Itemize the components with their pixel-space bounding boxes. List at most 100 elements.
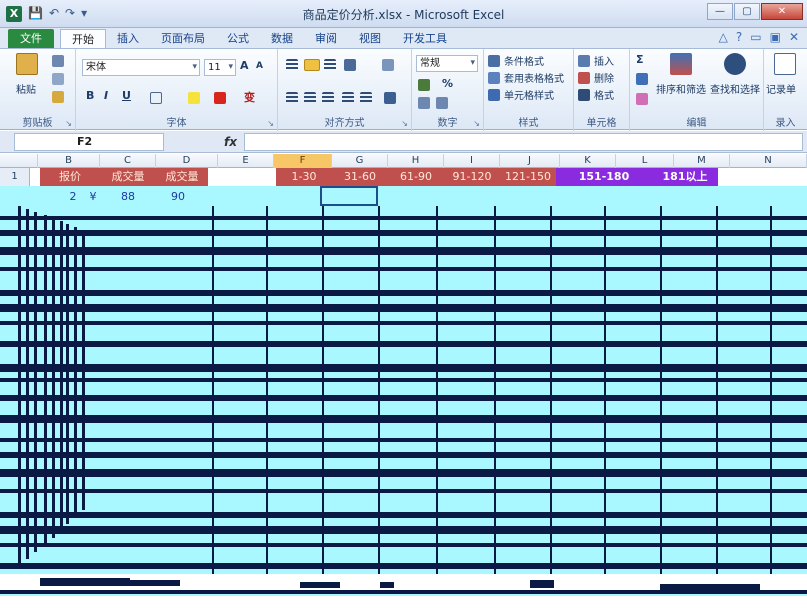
formula-input[interactable] bbox=[244, 133, 803, 151]
border-icon[interactable] bbox=[150, 92, 162, 104]
header-cell-151-180[interactable]: 151-180 bbox=[556, 168, 652, 186]
bold-button[interactable]: B bbox=[86, 89, 94, 107]
column-header-c[interactable]: C bbox=[100, 154, 156, 168]
tab-page-layout[interactable]: 页面布局 bbox=[150, 29, 216, 48]
fill-color-icon[interactable] bbox=[188, 92, 200, 104]
find-select-button[interactable]: 查找和选择 bbox=[710, 81, 760, 96]
dialog-launcher-icon[interactable]: ↘ bbox=[473, 119, 480, 128]
align-right-icon[interactable] bbox=[322, 92, 334, 104]
name-box[interactable]: F2 bbox=[14, 133, 164, 151]
active-cell-selection[interactable] bbox=[320, 186, 378, 206]
close-button[interactable]: ✕ bbox=[761, 3, 803, 20]
format-as-table-button[interactable]: 套用表格格式 bbox=[488, 70, 564, 85]
increase-indent-icon[interactable] bbox=[360, 92, 372, 104]
paste-button[interactable]: 粘贴 bbox=[8, 81, 44, 96]
header-cell-1-30[interactable]: 1-30 bbox=[276, 168, 332, 186]
column-header-e[interactable]: E bbox=[218, 154, 274, 168]
tab-view[interactable]: 视图 bbox=[348, 29, 392, 48]
header-cell-181-plus[interactable]: 181以上 bbox=[652, 168, 718, 186]
delete-cells-button[interactable]: 删除 bbox=[578, 70, 614, 85]
number-format-select[interactable]: 常规 bbox=[416, 55, 478, 72]
align-bottom-icon[interactable] bbox=[324, 59, 336, 71]
orientation-icon[interactable] bbox=[344, 59, 356, 71]
doc-restore-icon[interactable]: ▣ bbox=[770, 30, 781, 44]
font-name-select[interactable]: 宋体 bbox=[82, 59, 200, 76]
header-cell-61-90[interactable]: 61-90 bbox=[388, 168, 444, 186]
sort-filter-button[interactable]: 排序和筛选 bbox=[656, 81, 706, 96]
format-painter-icon[interactable] bbox=[52, 91, 64, 103]
tab-data[interactable]: 数据 bbox=[260, 29, 304, 48]
worksheet-grid[interactable]: 2 ¥ 88 90 bbox=[0, 186, 807, 612]
percent-button[interactable]: % bbox=[442, 77, 453, 95]
header-cell-volume-2[interactable]: 成交量 bbox=[156, 168, 208, 186]
cut-icon[interactable] bbox=[52, 55, 64, 67]
form-button[interactable]: 记录单 bbox=[766, 81, 796, 96]
select-all-corner[interactable] bbox=[0, 154, 38, 168]
tab-developer[interactable]: 开发工具 bbox=[392, 29, 458, 48]
restore-button[interactable]: ▢ bbox=[734, 3, 760, 20]
sort-filter-icon[interactable] bbox=[670, 53, 692, 75]
help-icon[interactable]: ? bbox=[736, 30, 742, 44]
header-cell-91-120[interactable]: 91-120 bbox=[444, 168, 500, 186]
minimize-button[interactable]: — bbox=[707, 3, 733, 20]
collapse-ribbon-icon[interactable]: △ bbox=[719, 30, 728, 44]
insert-function-button[interactable]: fx bbox=[224, 135, 237, 149]
shrink-font-button[interactable]: A bbox=[256, 61, 263, 79]
format-cells-button[interactable]: 格式 bbox=[578, 87, 614, 102]
wrap-text-icon[interactable] bbox=[382, 59, 394, 71]
font-size-select[interactable]: 11 bbox=[204, 59, 236, 76]
dialog-launcher-icon[interactable]: ↘ bbox=[401, 119, 408, 128]
grow-font-button[interactable]: A bbox=[240, 59, 249, 77]
font-color-icon[interactable] bbox=[214, 92, 226, 104]
cell-b2[interactable]: 2 bbox=[63, 188, 83, 206]
increase-decimal-icon[interactable] bbox=[418, 97, 430, 109]
find-select-icon[interactable] bbox=[724, 53, 746, 75]
copy-icon[interactable] bbox=[52, 73, 64, 85]
dialog-launcher-icon[interactable]: ↘ bbox=[267, 119, 274, 128]
insert-cells-button[interactable]: 插入 bbox=[578, 53, 614, 68]
tab-file[interactable]: 文件 bbox=[8, 29, 54, 48]
cell-styles-button[interactable]: 单元格样式 bbox=[488, 87, 554, 102]
align-center-icon[interactable] bbox=[304, 92, 316, 104]
header-cell-31-60[interactable]: 31-60 bbox=[332, 168, 388, 186]
dialog-launcher-icon[interactable]: ↘ bbox=[65, 119, 72, 128]
column-header-h[interactable]: H bbox=[388, 154, 444, 168]
align-top-icon[interactable] bbox=[286, 59, 298, 71]
cell-d2[interactable]: 90 bbox=[163, 188, 193, 206]
doc-minimize-icon[interactable]: ▭ bbox=[750, 30, 761, 44]
column-header-m[interactable]: M bbox=[674, 154, 730, 168]
conditional-format-button[interactable]: 条件格式 bbox=[488, 53, 544, 68]
column-header-n[interactable]: N bbox=[730, 154, 807, 168]
merge-center-icon[interactable] bbox=[384, 92, 396, 104]
underline-button[interactable]: U bbox=[122, 89, 131, 107]
paste-icon[interactable] bbox=[16, 53, 38, 75]
column-header-i[interactable]: I bbox=[444, 154, 500, 168]
decrease-indent-icon[interactable] bbox=[342, 92, 354, 104]
tab-review[interactable]: 审阅 bbox=[304, 29, 348, 48]
column-header-d[interactable]: D bbox=[156, 154, 218, 168]
tab-insert[interactable]: 插入 bbox=[106, 29, 150, 48]
cell-c2[interactable]: 88 bbox=[113, 188, 143, 206]
currency-icon[interactable] bbox=[418, 79, 430, 91]
column-header-l[interactable]: L bbox=[616, 154, 674, 168]
column-header-g[interactable]: G bbox=[332, 154, 388, 168]
column-header-k[interactable]: K bbox=[560, 154, 616, 168]
column-header-j[interactable]: J bbox=[500, 154, 560, 168]
phonetic-button[interactable]: 变 bbox=[244, 89, 255, 107]
row-header-1[interactable]: 1 bbox=[0, 168, 30, 186]
doc-close-icon[interactable]: ✕ bbox=[789, 30, 799, 44]
form-icon[interactable] bbox=[774, 53, 796, 75]
italic-button[interactable]: I bbox=[104, 89, 108, 107]
header-cell-quote[interactable]: 报价 bbox=[40, 168, 100, 186]
autosum-button[interactable]: Σ bbox=[636, 53, 644, 71]
fill-icon[interactable] bbox=[636, 73, 648, 85]
align-middle-icon[interactable] bbox=[304, 59, 320, 71]
tab-home[interactable]: 开始 bbox=[60, 29, 106, 48]
column-header-b[interactable]: B bbox=[38, 154, 100, 168]
decrease-decimal-icon[interactable] bbox=[436, 97, 448, 109]
align-left-icon[interactable] bbox=[286, 92, 298, 104]
tab-formulas[interactable]: 公式 bbox=[216, 29, 260, 48]
column-header-f[interactable]: F bbox=[274, 154, 332, 168]
clear-icon[interactable] bbox=[636, 93, 648, 105]
header-cell-121-150[interactable]: 121-150 bbox=[500, 168, 556, 186]
